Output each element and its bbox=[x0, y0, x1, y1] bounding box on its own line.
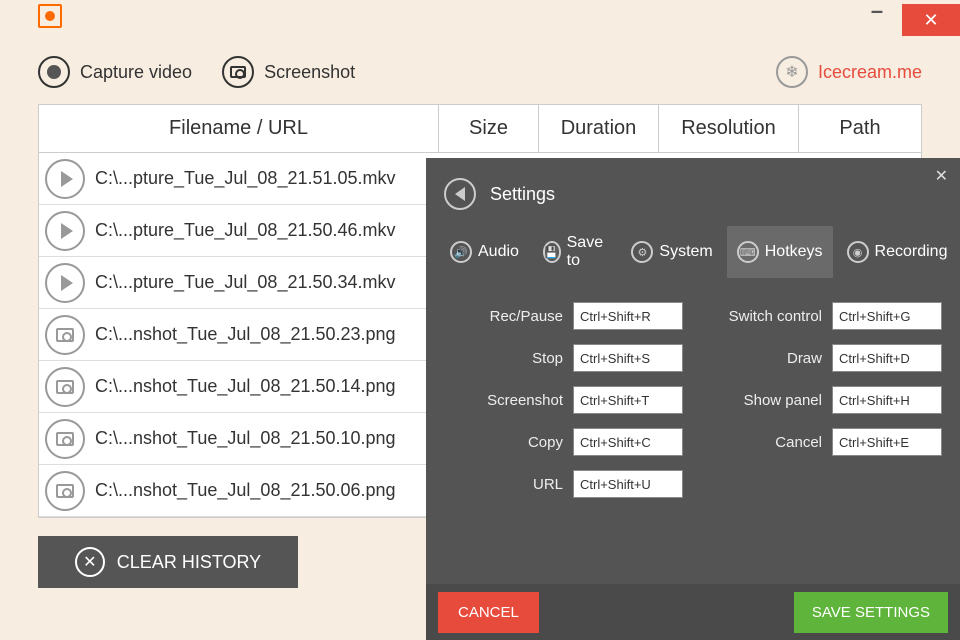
tab-system-label: System bbox=[659, 243, 712, 261]
file-name: C:\...pture_Tue_Jul_08_21.51.05.mkv bbox=[95, 168, 396, 189]
hotkey-row: Rec/Pause bbox=[444, 302, 683, 330]
capture-video-mode[interactable]: Capture video bbox=[38, 56, 192, 88]
system-icon: ⚙ bbox=[631, 241, 653, 263]
tab-hotkeys[interactable]: ⌨ Hotkeys bbox=[727, 226, 833, 278]
hotkey-row: Stop bbox=[444, 344, 683, 372]
hotkey-input[interactable] bbox=[573, 386, 683, 414]
tab-recording[interactable]: ◉ Recording bbox=[837, 226, 958, 278]
hotkey-row: Screenshot bbox=[444, 386, 683, 414]
hotkey-label: Rec/Pause bbox=[490, 308, 563, 325]
tab-saveto[interactable]: 💾 Save to bbox=[533, 226, 617, 278]
camera-icon[interactable] bbox=[45, 471, 85, 511]
clear-history-button[interactable]: ✕ CLEAR HISTORY bbox=[38, 536, 298, 588]
hotkey-row: Copy bbox=[444, 428, 683, 456]
settings-title: Settings bbox=[490, 184, 555, 205]
file-name: C:\...nshot_Tue_Jul_08_21.50.23.png bbox=[95, 324, 396, 345]
back-arrow-icon bbox=[455, 187, 465, 201]
settings-close-button[interactable]: ✕ bbox=[935, 166, 948, 186]
file-name: C:\...pture_Tue_Jul_08_21.50.34.mkv bbox=[95, 272, 396, 293]
hotkey-label: Switch control bbox=[729, 308, 822, 325]
play-icon[interactable] bbox=[45, 211, 85, 251]
brand-text: Icecream.me bbox=[818, 62, 922, 83]
cancel-button[interactable]: CANCEL bbox=[438, 592, 539, 633]
minimize-button[interactable]: – bbox=[862, 4, 892, 30]
hotkey-input[interactable] bbox=[832, 386, 942, 414]
file-name: C:\...pture_Tue_Jul_08_21.50.46.mkv bbox=[95, 220, 396, 241]
clear-icon: ✕ bbox=[75, 547, 105, 577]
hotkey-input[interactable] bbox=[573, 470, 683, 498]
hotkey-label: Show panel bbox=[744, 392, 822, 409]
hotkey-input[interactable] bbox=[573, 302, 683, 330]
capture-video-label: Capture video bbox=[80, 62, 192, 83]
tab-system[interactable]: ⚙ System bbox=[621, 226, 722, 278]
hotkey-input[interactable] bbox=[832, 302, 942, 330]
hotkey-icon: ⌨ bbox=[737, 241, 759, 263]
record-icon bbox=[38, 56, 70, 88]
file-name: C:\...nshot_Tue_Jul_08_21.50.14.png bbox=[95, 376, 396, 397]
play-icon[interactable] bbox=[45, 159, 85, 199]
hotkey-row: Draw bbox=[703, 344, 942, 372]
save-settings-button[interactable]: SAVE SETTINGS bbox=[794, 592, 948, 633]
camera-icon[interactable] bbox=[45, 419, 85, 459]
col-resolution[interactable]: Resolution bbox=[659, 105, 799, 152]
hotkey-input[interactable] bbox=[832, 428, 942, 456]
camera-icon[interactable] bbox=[45, 315, 85, 355]
camera-icon[interactable] bbox=[45, 367, 85, 407]
hotkey-label: Screenshot bbox=[487, 392, 563, 409]
recording-icon: ◉ bbox=[847, 241, 869, 263]
hotkey-row: Show panel bbox=[703, 386, 942, 414]
screenshot-label: Screenshot bbox=[264, 62, 355, 83]
hotkey-label: Cancel bbox=[775, 434, 822, 451]
hotkey-input[interactable] bbox=[832, 344, 942, 372]
brand-link[interactable]: ❄ Icecream.me bbox=[776, 56, 922, 88]
save-icon: 💾 bbox=[543, 241, 561, 263]
camera-icon bbox=[222, 56, 254, 88]
app-icon bbox=[38, 4, 62, 28]
hotkey-row: URL bbox=[444, 470, 683, 498]
hotkey-row: Switch control bbox=[703, 302, 942, 330]
hotkey-label: URL bbox=[533, 476, 563, 493]
tab-hotkeys-label: Hotkeys bbox=[765, 243, 823, 261]
tab-saveto-label: Save to bbox=[567, 234, 608, 270]
table-header: Filename / URL Size Duration Resolution … bbox=[39, 105, 921, 153]
audio-icon: 🔊 bbox=[450, 241, 472, 263]
file-name: C:\...nshot_Tue_Jul_08_21.50.06.png bbox=[95, 480, 396, 501]
col-duration[interactable]: Duration bbox=[539, 105, 659, 152]
icecream-icon: ❄ bbox=[776, 56, 808, 88]
hotkey-label: Copy bbox=[528, 434, 563, 451]
tab-audio-label: Audio bbox=[478, 243, 519, 261]
settings-back-button[interactable] bbox=[444, 178, 476, 210]
screenshot-mode[interactable]: Screenshot bbox=[222, 56, 355, 88]
settings-panel: ✕ Settings 🔊 Audio 💾 Save to ⚙ System ⌨ Hotk… bbox=[426, 158, 960, 640]
clear-history-label: CLEAR HISTORY bbox=[117, 552, 261, 573]
hotkey-label: Draw bbox=[787, 350, 822, 367]
col-size[interactable]: Size bbox=[439, 105, 539, 152]
hotkey-input[interactable] bbox=[573, 344, 683, 372]
hotkey-input[interactable] bbox=[573, 428, 683, 456]
file-name: C:\...nshot_Tue_Jul_08_21.50.10.png bbox=[95, 428, 396, 449]
col-path[interactable]: Path bbox=[799, 105, 921, 152]
play-icon[interactable] bbox=[45, 263, 85, 303]
tab-audio[interactable]: 🔊 Audio bbox=[440, 226, 529, 278]
tab-recording-label: Recording bbox=[875, 243, 948, 261]
hotkey-row: Cancel bbox=[703, 428, 942, 456]
hotkey-label: Stop bbox=[532, 350, 563, 367]
col-filename[interactable]: Filename / URL bbox=[39, 105, 439, 152]
close-button[interactable]: ✕ bbox=[902, 4, 960, 36]
